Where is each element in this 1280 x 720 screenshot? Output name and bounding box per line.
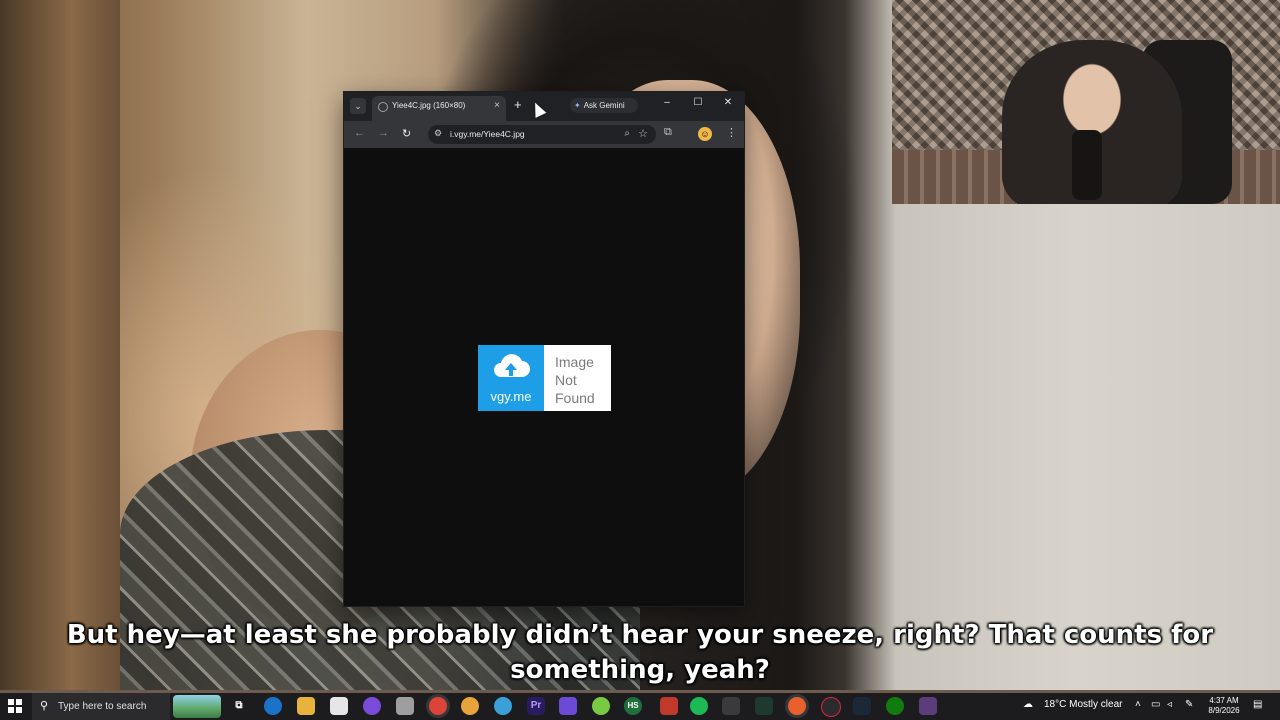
app-icon-dark[interactable] [722, 697, 740, 715]
chrome-alt-icon[interactable] [461, 697, 479, 715]
app-icon-hs[interactable]: HS [624, 697, 642, 715]
new-tab-button[interactable]: + [514, 98, 522, 112]
spotify-icon[interactable] [690, 697, 708, 715]
firefox-icon[interactable] [788, 697, 806, 715]
edge-icon[interactable] [264, 697, 282, 715]
app-icon-purple[interactable] [363, 697, 381, 715]
browser-titlebar[interactable]: ⌄ Yiee4C.jpg (160×80) × + ✦ Ask Gemini – … [344, 92, 744, 121]
app-icon-gray[interactable] [396, 697, 414, 715]
clock-time: 4:37 AM [1209, 696, 1239, 705]
subtitle-caption: But hey—at least she probably didn’t hea… [66, 620, 1214, 685]
menu-icon[interactable]: ⋮ [726, 126, 737, 139]
windows-start-icon[interactable] [8, 699, 22, 713]
tab-close-icon[interactable]: × [494, 100, 500, 111]
xbox-icon[interactable] [886, 697, 904, 715]
app-icon-green[interactable] [592, 697, 610, 715]
reload-button[interactable]: ↻ [402, 127, 411, 140]
vgy-brand-label: vgy.me [490, 389, 532, 404]
network-icon[interactable]: ▭ [1151, 699, 1160, 710]
volume-icon[interactable]: ◃ [1167, 699, 1172, 710]
app-icon-record[interactable] [821, 697, 841, 717]
back-button[interactable]: ← [354, 127, 365, 139]
search-icon: ⚲ [40, 700, 49, 712]
site-info-icon[interactable]: ⚙ [434, 128, 442, 139]
tab-title: Yiee4C.jpg (160×80) [392, 101, 466, 110]
extensions-icon[interactable]: ⧉ [664, 126, 672, 139]
vgy-brand-panel: vgy.me [478, 345, 544, 411]
ask-gemini-button[interactable]: ✦ Ask Gemini [570, 98, 638, 113]
premiere-icon[interactable]: Pr [527, 697, 545, 715]
image-not-found-placeholder: vgy.me Image Not Found [478, 345, 611, 411]
steam-icon[interactable] [853, 697, 871, 715]
weather-icon[interactable]: ☁ [1023, 699, 1033, 710]
tab-search-icon[interactable]: ⌄ [350, 98, 366, 114]
taskbar-search[interactable]: ⚲ Type here to search [32, 693, 170, 720]
bookmark-star-icon[interactable]: ☆ [638, 127, 648, 140]
browser-window: ⌄ Yiee4C.jpg (160×80) × + ✦ Ask Gemini – … [344, 92, 744, 606]
background-curtain [0, 0, 120, 690]
browser-toolbar: ← → ↻ ⚙ i.vgy.me/Yiee4C.jpg ⌕ ☆ ⧉ ☺ ⋮ [344, 121, 744, 148]
app-icon-notes[interactable] [559, 697, 577, 715]
forward-button[interactable]: → [378, 127, 389, 139]
mouse-cursor [529, 100, 547, 118]
clock-date: 8/9/2026 [1208, 706, 1240, 715]
zoom-icon[interactable]: ⌕ [624, 128, 630, 139]
profile-icon[interactable]: ☺ [698, 127, 712, 141]
cloud-upload-icon [494, 354, 530, 377]
maximize-button[interactable]: ☐ [690, 97, 706, 108]
browser-tab[interactable]: Yiee4C.jpg (160×80) × [372, 96, 506, 121]
ask-gemini-label: Ask Gemini [583, 101, 625, 110]
app-icon-c[interactable] [494, 697, 512, 715]
excel-icon[interactable] [755, 697, 773, 715]
search-highlight-image[interactable] [173, 695, 221, 718]
file-explorer-icon[interactable] [297, 697, 315, 715]
chevron-up-icon[interactable]: ˄ [1135, 699, 1141, 710]
search-placeholder: Type here to search [58, 701, 147, 712]
notifications-icon[interactable]: ▤ [1253, 699, 1262, 710]
windows-taskbar: ⚲ Type here to search ⧉ Pr HS ☁ 18°C Mos… [0, 693, 1280, 720]
image-not-found-text: Image Not Found [555, 354, 595, 406]
globe-icon [378, 102, 388, 112]
minimize-button[interactable]: – [659, 97, 675, 108]
webcam-overlay [892, 0, 1280, 204]
store-icon[interactable] [330, 697, 348, 715]
app-icon-avatar[interactable] [919, 697, 937, 715]
chrome-icon[interactable] [429, 697, 447, 715]
taskbar-clock[interactable]: 4:37 AM 8/9/2026 [1204, 696, 1244, 716]
weather-text[interactable]: 18°C Mostly clear [1044, 699, 1122, 710]
close-window-button[interactable]: ✕ [720, 97, 736, 108]
pen-icon[interactable]: ✎ [1185, 699, 1193, 710]
address-bar[interactable]: ⚙ i.vgy.me/Yiee4C.jpg ⌕ ☆ [428, 125, 656, 144]
microphone [1072, 130, 1102, 200]
app-icon-k[interactable] [660, 697, 678, 715]
task-view-icon[interactable]: ⧉ [230, 697, 248, 715]
gemini-sparkle-icon: ✦ [574, 101, 581, 110]
page-viewport: vgy.me Image Not Found [344, 148, 744, 606]
url-text[interactable]: i.vgy.me/Yiee4C.jpg [450, 129, 525, 139]
